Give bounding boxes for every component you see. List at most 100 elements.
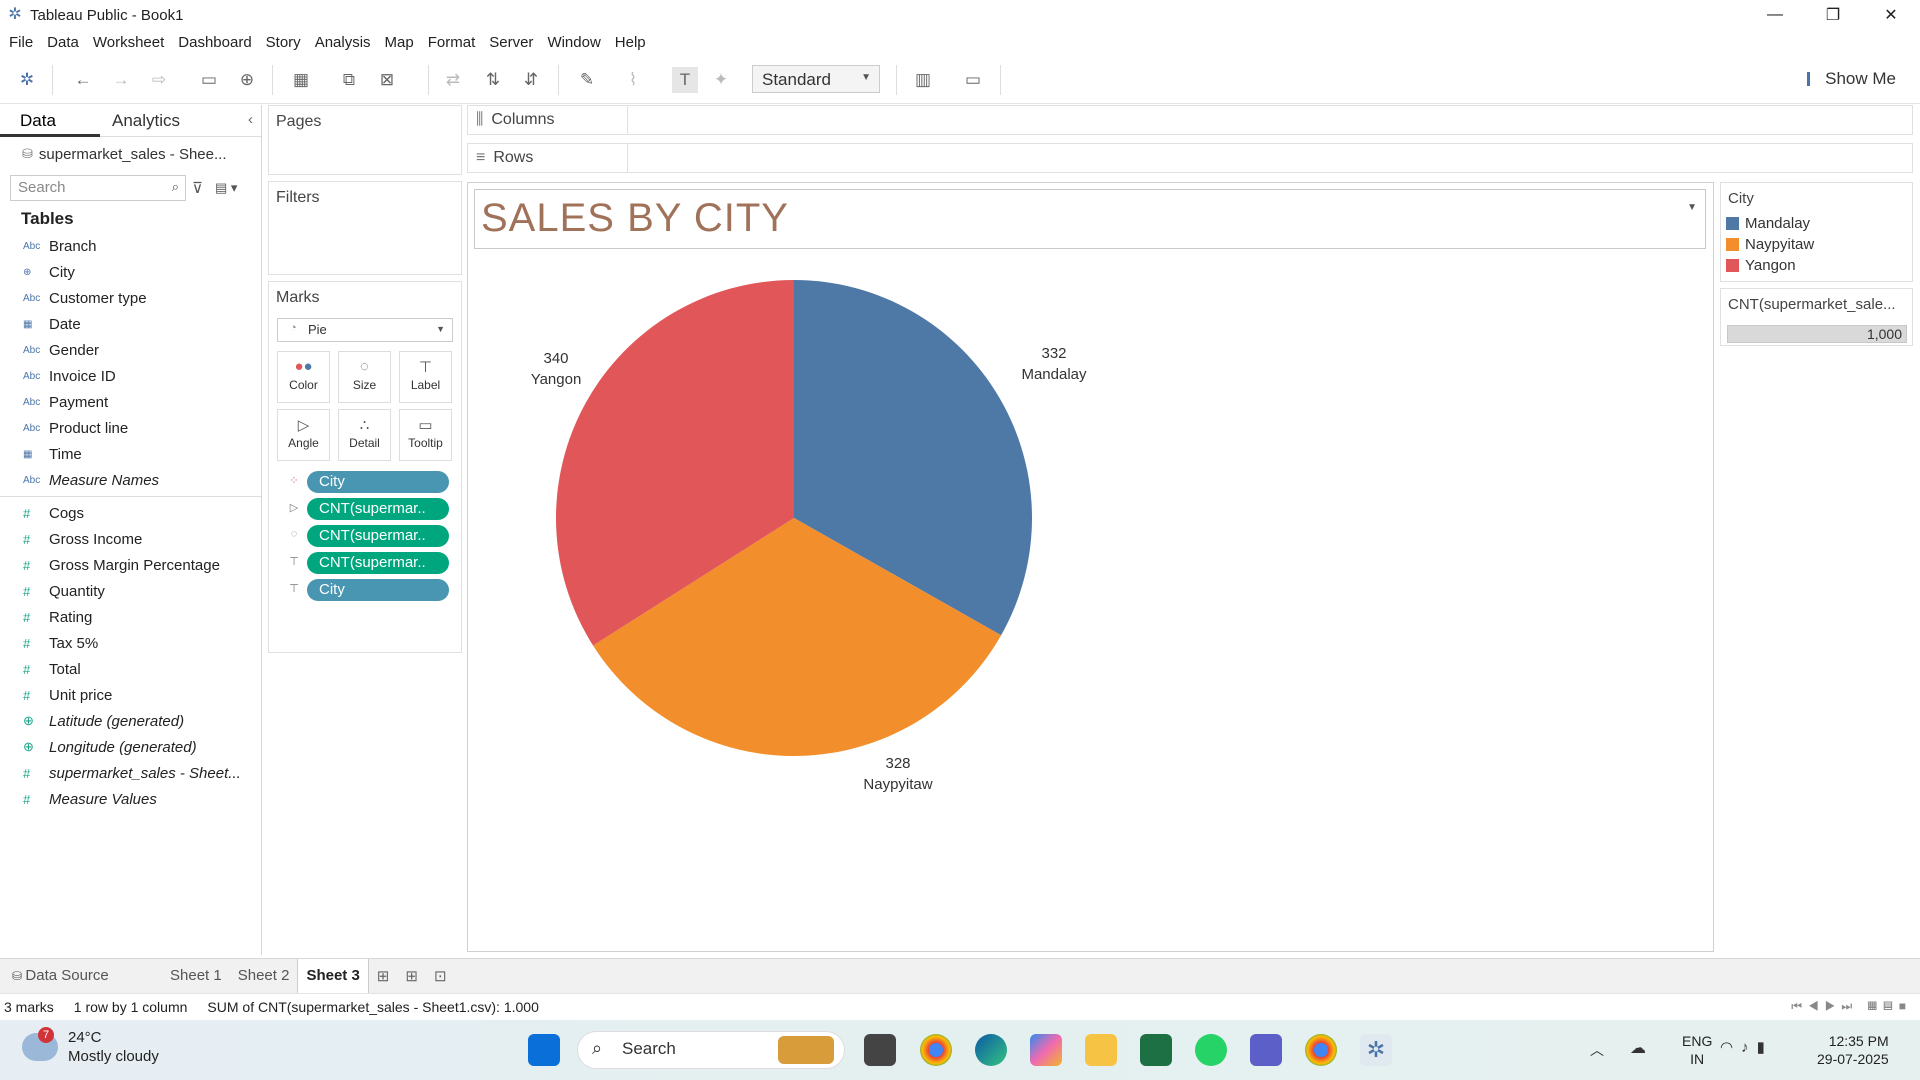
label-button[interactable]: ⊤ Label [399, 351, 452, 403]
field-gender[interactable]: Abc Gender [0, 337, 261, 363]
color-button[interactable]: ●● Color [277, 351, 330, 403]
new-story-icon[interactable]: ⊡ [426, 959, 455, 994]
wifi-volume-battery-icons[interactable]: ◠♪▮ [1720, 1038, 1773, 1056]
legend-item[interactable]: Mandalay [1721, 213, 1912, 234]
highlight-icon[interactable]: ✎ [574, 67, 600, 93]
size-button[interactable]: ◌ Size [338, 351, 391, 403]
clock[interactable]: 12:35 PM 29-07-2025 [1817, 1032, 1889, 1068]
weather-widget[interactable]: 7 24°C Mostly cloudy [22, 1027, 159, 1066]
field-branch[interactable]: Abc Branch [0, 233, 261, 259]
windows-start-icon[interactable] [528, 1034, 560, 1066]
detail-button[interactable]: ∴ Detail [338, 409, 391, 461]
edge-icon[interactable] [975, 1034, 1007, 1066]
minimize-button[interactable]: — [1746, 0, 1804, 30]
field-gross-margin-percentage[interactable]: # Gross Margin Percentage [0, 552, 261, 578]
menu-file[interactable]: File [2, 34, 40, 51]
filter-icon[interactable]: ⊽ [192, 179, 203, 197]
field-measure-names[interactable]: Abc Measure Names [0, 467, 261, 493]
taskbar-search[interactable]: ⌕ Search [577, 1031, 845, 1069]
field-time[interactable]: ▦ Time [0, 441, 261, 467]
menu-dashboard[interactable]: Dashboard [171, 34, 258, 51]
field-invoice-id[interactable]: Abc Invoice ID [0, 363, 261, 389]
copilot-icon[interactable] [1030, 1034, 1062, 1066]
pages-card[interactable]: Pages [268, 105, 462, 175]
restore-button[interactable]: ❐ [1804, 0, 1862, 30]
tab-data-source[interactable]: ⛁ Data Source [4, 959, 162, 994]
duplicate-sheet-icon[interactable]: ⧉ [336, 67, 362, 93]
menu-server[interactable]: Server [482, 34, 540, 51]
field-gross-income[interactable]: # Gross Income [0, 526, 261, 552]
undo-icon[interactable]: ← [70, 67, 96, 93]
tooltip-button[interactable]: ▭ Tooltip [399, 409, 452, 461]
swap-rows-columns-icon[interactable]: ⇄ [440, 67, 466, 93]
new-dashboard-icon[interactable]: ⊞ [397, 959, 426, 994]
save-icon[interactable]: ▭ [196, 67, 222, 93]
field-unit-price[interactable]: # Unit price [0, 682, 261, 708]
new-datasource-icon[interactable]: ⊕ [234, 67, 260, 93]
excel-icon[interactable] [1140, 1034, 1172, 1066]
menu-analysis[interactable]: Analysis [308, 34, 378, 51]
columns-shelf[interactable]: ⫼ Columns [467, 105, 1913, 135]
tableau-home-icon[interactable]: ✲ [14, 67, 40, 93]
new-worksheet-icon[interactable]: ▦ [288, 67, 314, 93]
tableau-taskbar-icon[interactable]: ✲ [1360, 1034, 1392, 1066]
field-longitude-generated[interactable]: ⊕ Longitude (generated) [0, 734, 261, 760]
menu-data[interactable]: Data [40, 34, 86, 51]
tab-data[interactable]: Data [0, 105, 100, 137]
pill-city-label[interactable]: City [307, 579, 449, 601]
show-me-button[interactable]: Show Me [1807, 69, 1896, 89]
chrome-icon-2[interactable] [1305, 1034, 1337, 1066]
replay-icon[interactable]: ⇨ [146, 67, 172, 93]
field-product-line[interactable]: Abc Product line [0, 415, 261, 441]
pill-count-angle[interactable]: CNT(supermar.. [307, 498, 449, 520]
tab-sheet-2[interactable]: Sheet 2 [230, 959, 298, 994]
pill-count-label[interactable]: CNT(supermar.. [307, 552, 449, 574]
onedrive-icon[interactable]: ☁ [1630, 1038, 1646, 1058]
task-view-icon[interactable] [864, 1034, 896, 1066]
field-measure-values[interactable]: # Measure Values [0, 786, 261, 812]
teams-icon[interactable] [1250, 1034, 1282, 1066]
field-supermarket-sales-sheet[interactable]: # supermarket_sales - Sheet... [0, 760, 261, 786]
viz-canvas[interactable]: SALES BY CITY ▼ 332 Mandalay 328 Naypyitaw 3… [467, 182, 1714, 952]
chevron-up-icon[interactable]: ︿ [1590, 1040, 1604, 1060]
presentation-mode-icon[interactable]: ▭ [960, 67, 986, 93]
fit-select[interactable]: Standard ▼ [752, 65, 880, 93]
field-latitude-generated[interactable]: ⊕ Latitude (generated) [0, 708, 261, 734]
menu-worksheet[interactable]: Worksheet [86, 34, 171, 51]
menu-story[interactable]: Story [259, 34, 308, 51]
field-quantity[interactable]: # Quantity [0, 578, 261, 604]
tab-analytics[interactable]: Analytics [100, 105, 230, 137]
collapse-icon[interactable]: ‹ [248, 111, 253, 128]
filters-card[interactable]: Filters [268, 181, 462, 275]
chrome-icon[interactable] [920, 1034, 952, 1066]
tab-sheet-3[interactable]: Sheet 3 [297, 958, 369, 994]
field-total[interactable]: # Total [0, 656, 261, 682]
sheet-nav-icons[interactable]: ⏮◀▶⏭ ▦▤■ [1791, 999, 1912, 1014]
fix-axes-icon[interactable]: ✦ [708, 67, 734, 93]
clear-sheet-icon[interactable]: ⊠ [374, 67, 400, 93]
close-button[interactable]: ✕ [1862, 0, 1920, 30]
field-payment[interactable]: Abc Payment [0, 389, 261, 415]
legend-item[interactable]: Naypyitaw [1721, 234, 1912, 255]
group-members-icon[interactable]: ⌇ [620, 67, 646, 93]
legend-item[interactable]: Yangon [1721, 255, 1912, 276]
menu-map[interactable]: Map [378, 34, 421, 51]
language-indicator[interactable]: ENG IN [1682, 1032, 1712, 1068]
field-tax-5[interactable]: # Tax 5% [0, 630, 261, 656]
field-city[interactable]: ⊕ City [0, 259, 261, 285]
tab-sheet-1[interactable]: Sheet 1 [162, 959, 230, 994]
menu-help[interactable]: Help [608, 34, 653, 51]
sort-ascending-icon[interactable]: ⇅ [480, 67, 506, 93]
view-options-icon[interactable]: ▤ ▾ [215, 180, 237, 196]
pill-count-size[interactable]: CNT(supermar.. [307, 525, 449, 547]
mark-type-select[interactable]: ◔ Pie ▼ [277, 318, 453, 342]
menu-window[interactable]: Window [540, 34, 607, 51]
search-input[interactable]: Search ⌕ [10, 175, 186, 201]
redo-icon[interactable]: → [108, 67, 134, 93]
datasource-item[interactable]: ⛁ supermarket_sales - Shee... [0, 137, 261, 171]
whatsapp-icon[interactable] [1195, 1034, 1227, 1066]
menu-format[interactable]: Format [421, 34, 483, 51]
field-cogs[interactable]: # Cogs [0, 500, 261, 526]
sort-descending-icon[interactable]: ⇵ [518, 67, 544, 93]
file-explorer-icon[interactable] [1085, 1034, 1117, 1066]
